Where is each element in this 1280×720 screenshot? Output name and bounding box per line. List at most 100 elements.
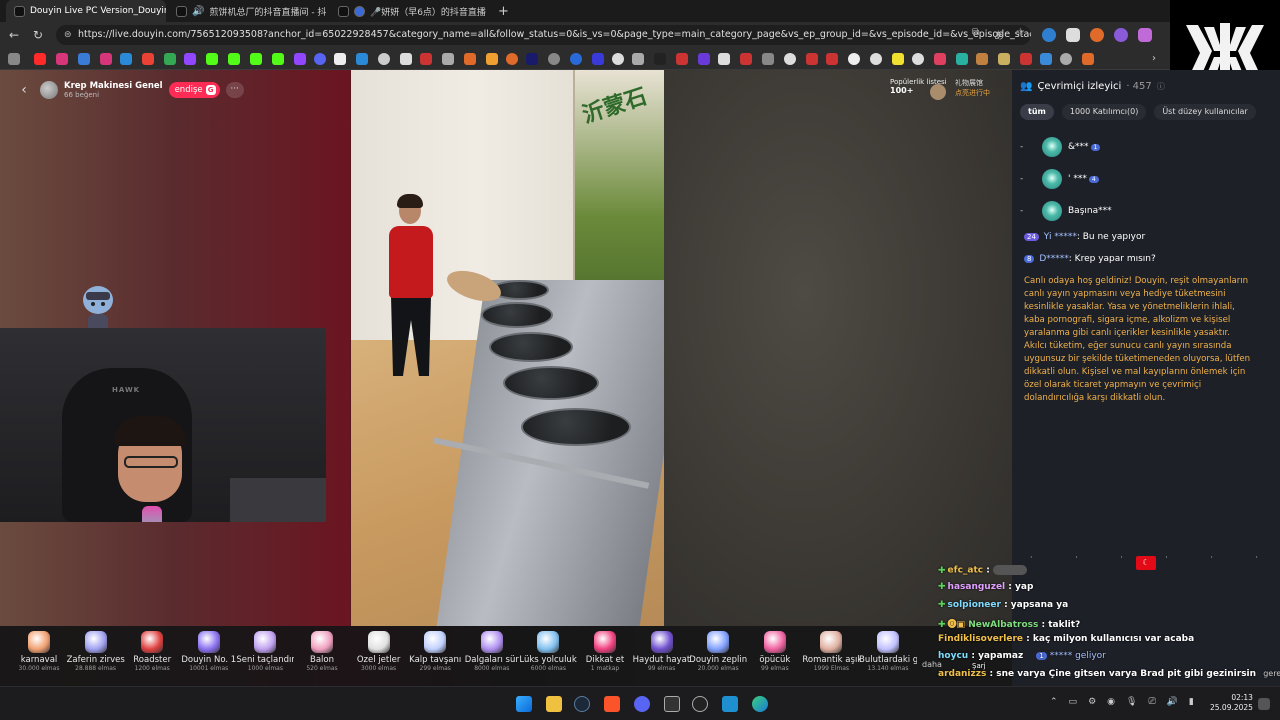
google-icon[interactable] bbox=[912, 53, 924, 65]
site-info-icon[interactable]: ⊜ bbox=[64, 25, 72, 45]
bookmark-icon[interactable] bbox=[8, 53, 20, 65]
extension-icon[interactable] bbox=[1066, 28, 1080, 42]
chat-username[interactable]: D***** bbox=[1039, 254, 1068, 264]
volume-icon[interactable]: 🔊 bbox=[1167, 697, 1178, 707]
address-bar[interactable]: ⊜ https://live.douyin.com/756512093508?a… bbox=[56, 25, 1031, 45]
chat-username[interactable]: Yi ***** bbox=[1044, 232, 1077, 242]
app-icon[interactable] bbox=[722, 696, 738, 712]
bookmark-icon[interactable] bbox=[506, 53, 518, 65]
bookmark-icon[interactable] bbox=[998, 53, 1010, 65]
gift-item[interactable]: Balon 520 elmas bbox=[293, 628, 351, 682]
bookmark-icon[interactable] bbox=[486, 53, 498, 65]
filter-top-users[interactable]: Üst düzey kullanıcılar bbox=[1154, 104, 1256, 120]
clock[interactable]: 02:13 25.09.2025 bbox=[1210, 693, 1253, 713]
app-icon[interactable] bbox=[692, 696, 708, 712]
avatar[interactable] bbox=[40, 81, 58, 99]
bookmark-icon[interactable] bbox=[526, 53, 538, 65]
follow-button[interactable]: endişe G bbox=[168, 82, 220, 98]
battery-status-icon[interactable]: ▮ bbox=[1189, 697, 1194, 707]
app-tray-icon[interactable]: ⚙ bbox=[1088, 697, 1096, 707]
gift-item[interactable]: Zaferin zirvesi 28.888 elmas bbox=[67, 628, 125, 682]
viewer-row[interactable]: - &*** 1 bbox=[1020, 136, 1101, 158]
gift-item[interactable]: Bulutlardaki gi 13.140 elmas bbox=[859, 628, 917, 682]
gift-item[interactable]: Dikkat et 1 matkap bbox=[576, 628, 634, 682]
gift-item[interactable]: Lüks yolculukla6000 elmas bbox=[519, 628, 577, 682]
google-icon[interactable] bbox=[784, 53, 796, 65]
youtube-icon[interactable] bbox=[34, 53, 46, 65]
brave-icon[interactable] bbox=[604, 696, 620, 712]
bookmark-icon[interactable] bbox=[848, 53, 860, 65]
twitch-icon[interactable] bbox=[294, 53, 306, 65]
bookmark-icon[interactable] bbox=[870, 53, 882, 65]
filter-all[interactable]: tüm bbox=[1020, 104, 1054, 120]
gift-item[interactable]: Romantik aşıklar1999 Elmas bbox=[802, 628, 860, 682]
back-arrow-icon[interactable]: ‹ bbox=[14, 80, 34, 100]
popularity-list[interactable]: Popülerlik listesi 100+ bbox=[890, 78, 950, 102]
translate-icon[interactable]: あ bbox=[994, 27, 1004, 42]
bookmark-icon[interactable] bbox=[826, 53, 838, 65]
bookmark-icon[interactable] bbox=[740, 53, 752, 65]
discord-icon[interactable] bbox=[634, 696, 650, 712]
bookmark-star-icon[interactable]: ☆ bbox=[1016, 27, 1025, 38]
kick-icon[interactable] bbox=[272, 53, 284, 65]
instagram-icon[interactable] bbox=[100, 53, 112, 65]
bookmark-icon[interactable] bbox=[892, 53, 904, 65]
battery-icon[interactable]: ▭ bbox=[1069, 697, 1078, 707]
obs-icon[interactable] bbox=[664, 696, 680, 712]
bookmark-icon[interactable] bbox=[120, 53, 132, 65]
viewer-row[interactable]: - ' *** 4 bbox=[1020, 168, 1099, 190]
kick-icon[interactable] bbox=[250, 53, 262, 65]
reload-icon[interactable]: ↻ bbox=[30, 27, 46, 43]
share-icon[interactable]: ⧉ bbox=[972, 27, 979, 38]
bookmark-icon[interactable] bbox=[956, 53, 968, 65]
x-icon[interactable] bbox=[334, 53, 346, 65]
gift-item[interactable]: Özel jetler 3000 elmas bbox=[350, 628, 408, 682]
bookmark-icon[interactable] bbox=[314, 53, 326, 65]
kick-icon[interactable] bbox=[206, 53, 218, 65]
bookmark-icon[interactable] bbox=[612, 53, 624, 65]
tab-douyin-live[interactable]: Douyin Live PC Version_Douyin Li ✕ bbox=[6, 0, 166, 22]
more-gifts-button[interactable]: daha bbox=[922, 660, 942, 669]
extension-icon[interactable] bbox=[1138, 28, 1152, 42]
chat-username[interactable]: NewAlbatross bbox=[968, 620, 1038, 630]
gift-item[interactable]: karnaval 30.000 elmas bbox=[10, 628, 68, 682]
bookmark-icon[interactable] bbox=[976, 53, 988, 65]
steam-icon[interactable] bbox=[574, 696, 590, 712]
bookmark-icon[interactable] bbox=[378, 53, 390, 65]
gift-item[interactable]: Douyin No. 1 10001 elmas bbox=[180, 628, 238, 682]
bookmark-icon[interactable] bbox=[654, 53, 666, 65]
gift-item[interactable]: Seni taçlandır 1000 elmas bbox=[236, 628, 294, 682]
bookmark-icon[interactable] bbox=[442, 53, 454, 65]
tab-yanyan[interactable]: 🎤妍妍（早6点）的抖音直播 ✕ bbox=[330, 0, 488, 22]
tab-crepe-factory[interactable]: 🔊 煎饼机总厂的抖音直播间 - 抖 ✕ bbox=[168, 0, 328, 22]
drive-icon[interactable] bbox=[164, 53, 176, 65]
bookmark-icon[interactable] bbox=[570, 53, 582, 65]
bookmark-icon[interactable] bbox=[548, 53, 560, 65]
bookmark-icon[interactable] bbox=[420, 53, 432, 65]
chat-username[interactable]: Findiklisoverlere bbox=[938, 634, 1023, 644]
notification-icon[interactable] bbox=[1258, 698, 1270, 710]
gift-item[interactable]: Kalp tavşanı 299 elmas bbox=[406, 628, 464, 682]
bookmark-icon[interactable] bbox=[698, 53, 710, 65]
chat-username[interactable]: ardanizzs bbox=[938, 669, 986, 679]
new-tab-button[interactable]: + bbox=[490, 0, 510, 22]
bookmark-icon[interactable] bbox=[1040, 53, 1052, 65]
bookmark-icon[interactable] bbox=[400, 53, 412, 65]
chevron-right-icon[interactable]: › bbox=[1152, 53, 1164, 65]
extension-icon[interactable] bbox=[1114, 28, 1128, 42]
kick-icon[interactable] bbox=[228, 53, 240, 65]
chat-username[interactable]: solpioneer bbox=[948, 600, 1001, 610]
info-icon[interactable]: ⓘ bbox=[1157, 81, 1165, 92]
edge-icon[interactable] bbox=[752, 696, 768, 712]
gift-hall[interactable]: 礼物展馆 点亮进行中 bbox=[955, 78, 990, 98]
viewer-row[interactable]: - Başına*** bbox=[1020, 200, 1112, 222]
windows-start-icon[interactable] bbox=[516, 696, 532, 712]
bookmark-icon[interactable] bbox=[934, 53, 946, 65]
bookmark-icon[interactable] bbox=[592, 53, 604, 65]
more-options-button[interactable]: ··· bbox=[225, 82, 244, 98]
instagram-icon[interactable] bbox=[56, 53, 68, 65]
bookmark-icon[interactable] bbox=[806, 53, 818, 65]
gift-item[interactable]: Haydut hayatı 99 elmas bbox=[633, 628, 691, 682]
bookmark-icon[interactable] bbox=[1020, 53, 1032, 65]
gmail-icon[interactable] bbox=[142, 53, 154, 65]
